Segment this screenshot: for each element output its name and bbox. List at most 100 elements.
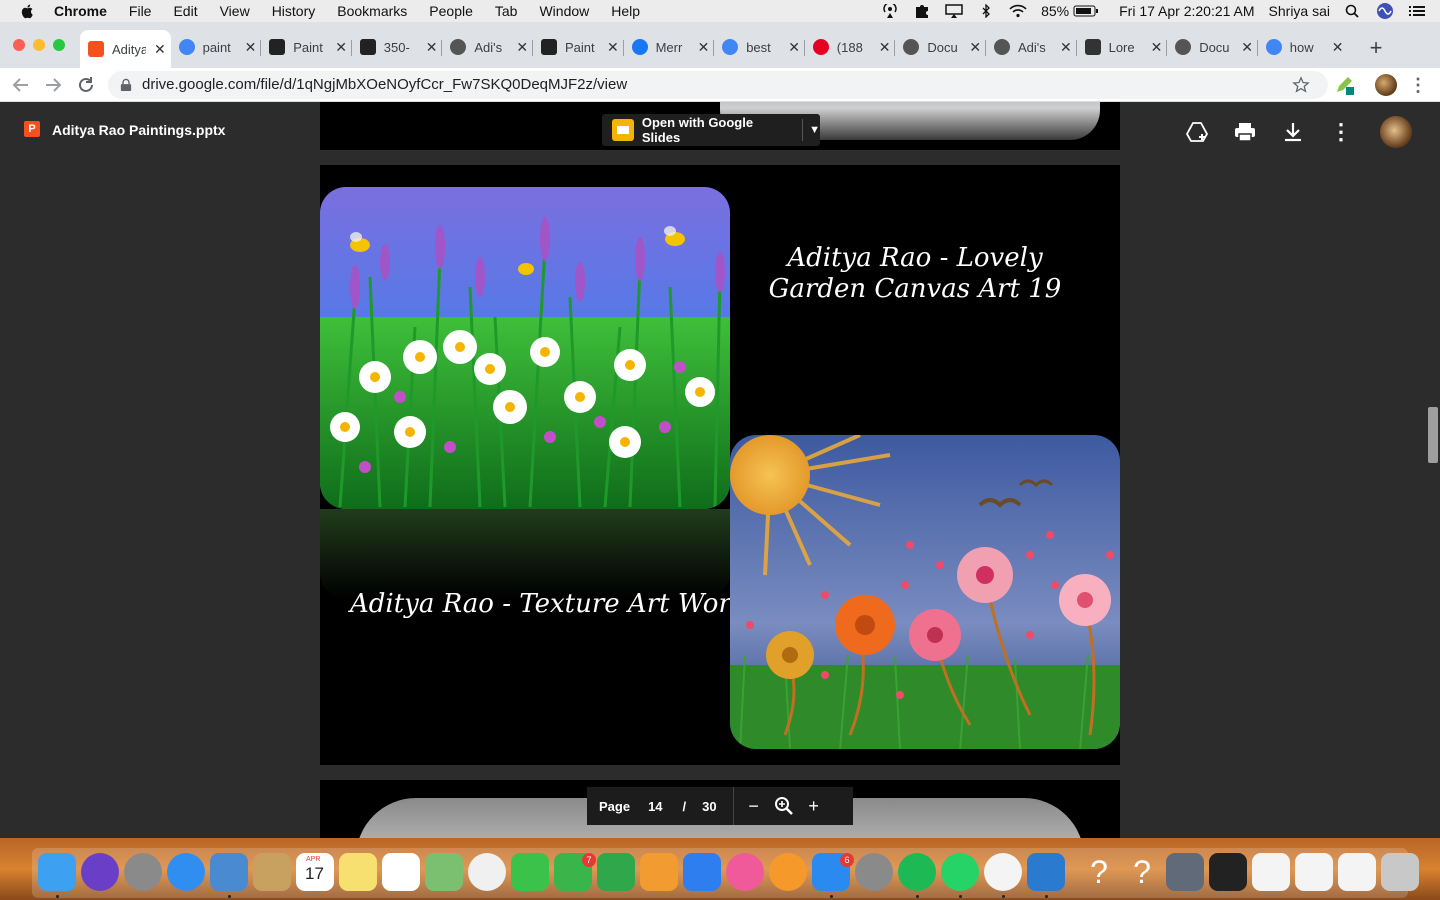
- zoom-in-button[interactable]: +: [794, 796, 834, 817]
- wifi-icon[interactable]: [1009, 4, 1027, 18]
- browser-tab[interactable]: 350- ✕: [352, 34, 443, 60]
- close-icon[interactable]: ✕: [1060, 39, 1072, 56]
- battery-icon[interactable]: [1073, 4, 1099, 18]
- trash-icon[interactable]: [1381, 853, 1419, 891]
- browser-tab[interactable]: Lore ✕: [1077, 34, 1168, 60]
- notes-icon[interactable]: [339, 853, 377, 891]
- notification-center-icon[interactable]: [1408, 4, 1426, 18]
- close-icon[interactable]: ✕: [607, 39, 619, 56]
- reminders-icon[interactable]: [382, 853, 420, 891]
- siri-icon[interactable]: [1376, 2, 1394, 20]
- menu-help[interactable]: Help: [611, 3, 640, 19]
- window-close-button[interactable]: [13, 39, 25, 51]
- close-icon[interactable]: ✕: [154, 41, 166, 58]
- airplay-audio-icon[interactable]: [881, 4, 899, 18]
- preview-icon[interactable]: [210, 853, 248, 891]
- screenshot-1-icon[interactable]: [1166, 853, 1204, 891]
- unknown-1-icon[interactable]: ?: [1080, 853, 1118, 891]
- chevron-down-icon[interactable]: ▼: [809, 124, 820, 136]
- new-tab-button[interactable]: +: [1365, 37, 1387, 59]
- ibooks-icon[interactable]: [769, 853, 807, 891]
- back-arrow-icon[interactable]: [10, 74, 32, 96]
- lock-icon[interactable]: [120, 78, 132, 92]
- menu-app-name[interactable]: Chrome: [54, 3, 107, 19]
- browser-tab[interactable]: Merr ✕: [624, 34, 715, 60]
- system-preferences-icon[interactable]: [855, 853, 893, 891]
- document-1-icon[interactable]: [1252, 853, 1290, 891]
- launchpad-icon[interactable]: [124, 853, 162, 891]
- messages-icon[interactable]: [511, 853, 549, 891]
- numbers-icon[interactable]: [597, 853, 635, 891]
- open-with-google-slides-button[interactable]: Open with Google Slides ▼: [602, 114, 820, 146]
- bluetooth-icon[interactable]: [977, 4, 995, 18]
- browser-tab[interactable]: how ✕: [1258, 34, 1349, 60]
- browser-tab[interactable]: Adi's ✕: [442, 34, 533, 60]
- puzzle-extension-icon[interactable]: [913, 4, 931, 18]
- whatsapp-icon[interactable]: [941, 853, 979, 891]
- menu-file[interactable]: File: [129, 3, 152, 19]
- menu-bookmarks[interactable]: Bookmarks: [337, 3, 407, 19]
- siri-icon[interactable]: [81, 853, 119, 891]
- photos-icon[interactable]: [468, 853, 506, 891]
- spotify-icon[interactable]: [898, 853, 936, 891]
- browser-tab[interactable]: Paint ✕: [261, 34, 352, 60]
- menu-view[interactable]: View: [220, 3, 250, 19]
- menu-bar-clock[interactable]: Fri 17 Apr 2:20:21 AM: [1119, 3, 1254, 19]
- close-icon[interactable]: ✕: [1332, 39, 1344, 56]
- extension-pen-icon[interactable]: [1333, 74, 1355, 96]
- forward-arrow-icon[interactable]: [42, 74, 64, 96]
- close-icon[interactable]: ✕: [788, 39, 800, 56]
- address-bar[interactable]: drive.google.com/file/d/1qNgjMbXOeNOyfCc…: [108, 71, 1328, 99]
- vscode-icon[interactable]: [1027, 853, 1065, 891]
- viewer-scrollbar-thumb[interactable]: [1428, 407, 1438, 463]
- unknown-2-icon[interactable]: ?: [1123, 853, 1161, 891]
- browser-tab[interactable]: Docu ✕: [1167, 34, 1258, 60]
- browser-tab[interactable]: Adi's ✕: [986, 34, 1077, 60]
- browser-tab[interactable]: Paint ✕: [533, 34, 624, 60]
- close-icon[interactable]: ✕: [1151, 39, 1163, 56]
- add-to-drive-icon[interactable]: [1185, 120, 1209, 144]
- notes-brown-icon[interactable]: [253, 853, 291, 891]
- finder-icon[interactable]: [38, 853, 76, 891]
- close-icon[interactable]: ✕: [969, 39, 981, 56]
- close-icon[interactable]: ✕: [698, 39, 710, 56]
- close-icon[interactable]: ✕: [516, 39, 528, 56]
- browser-tab[interactable]: (188 ✕: [805, 34, 896, 60]
- keynote-icon[interactable]: [683, 853, 721, 891]
- close-icon[interactable]: ✕: [426, 39, 438, 56]
- menu-people[interactable]: People: [429, 3, 473, 19]
- reload-icon[interactable]: [75, 74, 97, 96]
- browser-tab[interactable]: Docu ✕: [895, 34, 986, 60]
- document-2-icon[interactable]: [1295, 853, 1333, 891]
- browser-tab[interactable]: paint ✕: [171, 34, 262, 60]
- more-options-icon[interactable]: ⋮: [1329, 120, 1353, 144]
- itunes-icon[interactable]: [726, 853, 764, 891]
- browser-tab[interactable]: best ✕: [714, 34, 805, 60]
- menu-window[interactable]: Window: [539, 3, 589, 19]
- close-icon[interactable]: ✕: [245, 39, 257, 56]
- terminal-icon[interactable]: [1209, 853, 1247, 891]
- safari-icon[interactable]: [167, 853, 205, 891]
- airplay-display-icon[interactable]: [945, 4, 963, 18]
- pages-icon[interactable]: [640, 853, 678, 891]
- window-zoom-button[interactable]: [53, 39, 65, 51]
- spotlight-search-icon[interactable]: [1344, 4, 1362, 18]
- maps-icon[interactable]: [425, 853, 463, 891]
- profile-avatar[interactable]: [1375, 74, 1397, 96]
- close-icon[interactable]: ✕: [335, 39, 347, 56]
- zoom-out-button[interactable]: −: [734, 796, 774, 817]
- account-avatar[interactable]: [1380, 116, 1412, 148]
- apple-menu-icon[interactable]: [20, 3, 36, 19]
- close-icon[interactable]: ✕: [1241, 39, 1253, 56]
- browser-tab[interactable]: Aditya ✕: [80, 30, 171, 68]
- menu-tab[interactable]: Tab: [495, 3, 518, 19]
- menu-history[interactable]: History: [272, 3, 316, 19]
- document-3-icon[interactable]: [1338, 853, 1376, 891]
- menu-bar-user[interactable]: Shriya sai: [1269, 3, 1330, 19]
- zoom-magnifier-icon[interactable]: [774, 796, 794, 816]
- close-icon[interactable]: ✕: [879, 39, 891, 56]
- page-current[interactable]: 14: [648, 799, 662, 814]
- print-icon[interactable]: [1233, 120, 1257, 144]
- chrome-icon[interactable]: [984, 853, 1022, 891]
- download-icon[interactable]: [1281, 120, 1305, 144]
